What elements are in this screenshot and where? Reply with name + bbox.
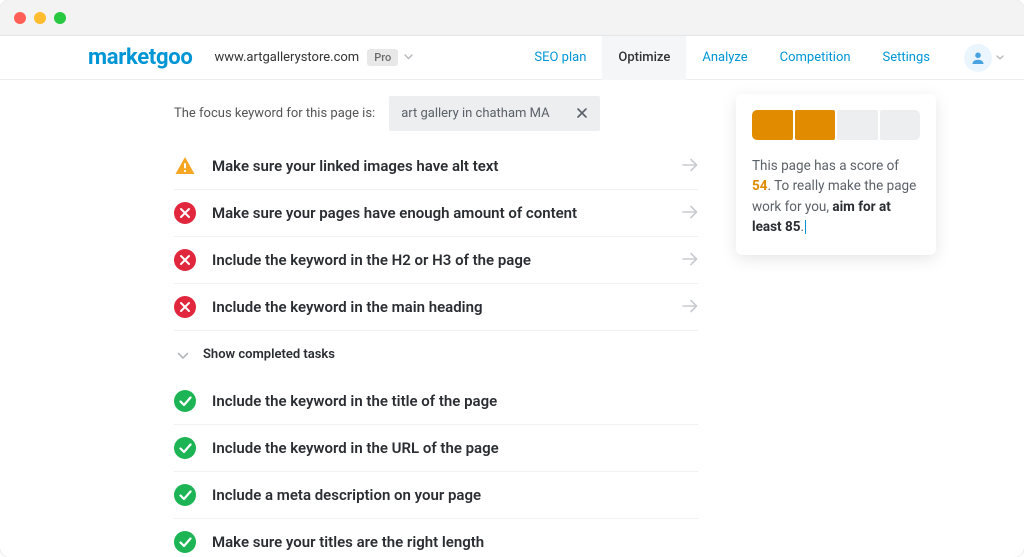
site-domain: www.artgallerystore.com <box>214 50 359 65</box>
nav-seo-plan[interactable]: SEO plan <box>518 36 602 80</box>
task-label: Include a meta description on your page <box>212 486 698 504</box>
score-block <box>837 110 878 140</box>
arrow-right-icon <box>682 157 698 176</box>
app-header: marketgoo www.artgallerystore.com Pro SE… <box>0 36 1024 80</box>
window-maximize-icon[interactable] <box>54 12 66 24</box>
task-label: Make sure your titles are the right leng… <box>212 533 698 551</box>
check-icon <box>174 484 196 506</box>
arrow-right-icon <box>682 204 698 223</box>
chevron-down-icon[interactable] <box>404 52 413 63</box>
nav-settings[interactable]: Settings <box>867 36 946 80</box>
close-icon[interactable] <box>576 104 588 123</box>
show-completed-toggle[interactable]: Show completed tasks <box>174 330 698 378</box>
content: The focus keyword for this page is: art … <box>0 80 1024 557</box>
score-block <box>795 110 836 140</box>
pending-tasks-list: Make sure your linked images have alt te… <box>174 143 698 330</box>
arrow-right-icon <box>682 298 698 317</box>
nav-analyze[interactable]: Analyze <box>686 36 763 80</box>
check-icon <box>174 437 196 459</box>
task-row[interactable]: Make sure your linked images have alt te… <box>174 143 698 189</box>
focus-keyword-row: The focus keyword for this page is: art … <box>174 92 698 143</box>
focus-keyword-value: art gallery in chatham MA <box>401 106 549 121</box>
logo[interactable]: marketgoo <box>88 45 192 70</box>
focus-keyword-input[interactable]: art gallery in chatham MA <box>389 96 599 131</box>
window-close-icon[interactable] <box>14 12 26 24</box>
completed-tasks-list: Include the keyword in the title of the … <box>174 378 698 557</box>
warning-icon <box>174 155 196 177</box>
error-icon <box>174 296 196 318</box>
score-text: This page has a score of 54. To really m… <box>752 156 920 237</box>
task-label: Make sure your linked images have alt te… <box>212 157 682 175</box>
task-label: Include the keyword in the title of the … <box>212 392 698 410</box>
score-meter <box>752 110 920 140</box>
task-row[interactable]: Include the keyword in the title of the … <box>174 378 698 424</box>
chevron-down-icon <box>177 345 189 364</box>
task-row[interactable]: Include the keyword in the URL of the pa… <box>174 424 698 471</box>
user-icon <box>971 51 985 65</box>
error-icon <box>174 249 196 271</box>
show-completed-label: Show completed tasks <box>203 347 335 362</box>
score-value: 54 <box>752 178 768 194</box>
arrow-right-icon <box>682 251 698 270</box>
browser-titlebar <box>0 0 1024 36</box>
check-icon <box>174 390 196 412</box>
error-icon <box>174 202 196 224</box>
score-block <box>880 110 921 140</box>
main-column: The focus keyword for this page is: art … <box>174 92 698 557</box>
nav-optimize[interactable]: Optimize <box>602 36 686 80</box>
task-row[interactable]: Include the keyword in the H2 or H3 of t… <box>174 236 698 283</box>
check-icon <box>174 531 196 553</box>
task-row[interactable]: Make sure your titles are the right leng… <box>174 518 698 557</box>
nav-competition[interactable]: Competition <box>764 36 867 80</box>
score-block <box>752 110 793 140</box>
pro-badge: Pro <box>367 49 398 66</box>
window-minimize-icon[interactable] <box>34 12 46 24</box>
focus-keyword-label: The focus keyword for this page is: <box>174 106 375 121</box>
score-card: This page has a score of 54. To really m… <box>736 94 936 255</box>
task-label: Include the keyword in the main heading <box>212 298 682 316</box>
task-row[interactable]: Make sure your pages have enough amount … <box>174 189 698 236</box>
browser-frame: marketgoo www.artgallerystore.com Pro SE… <box>0 0 1024 557</box>
task-row[interactable]: Include the keyword in the main heading <box>174 283 698 330</box>
avatar[interactable] <box>964 44 992 72</box>
task-label: Make sure your pages have enough amount … <box>212 204 682 222</box>
chevron-down-icon[interactable] <box>996 53 1004 62</box>
text-cursor <box>805 220 806 234</box>
task-label: Include the keyword in the H2 or H3 of t… <box>212 251 682 269</box>
task-label: Include the keyword in the URL of the pa… <box>212 439 698 457</box>
task-row[interactable]: Include a meta description on your page <box>174 471 698 518</box>
